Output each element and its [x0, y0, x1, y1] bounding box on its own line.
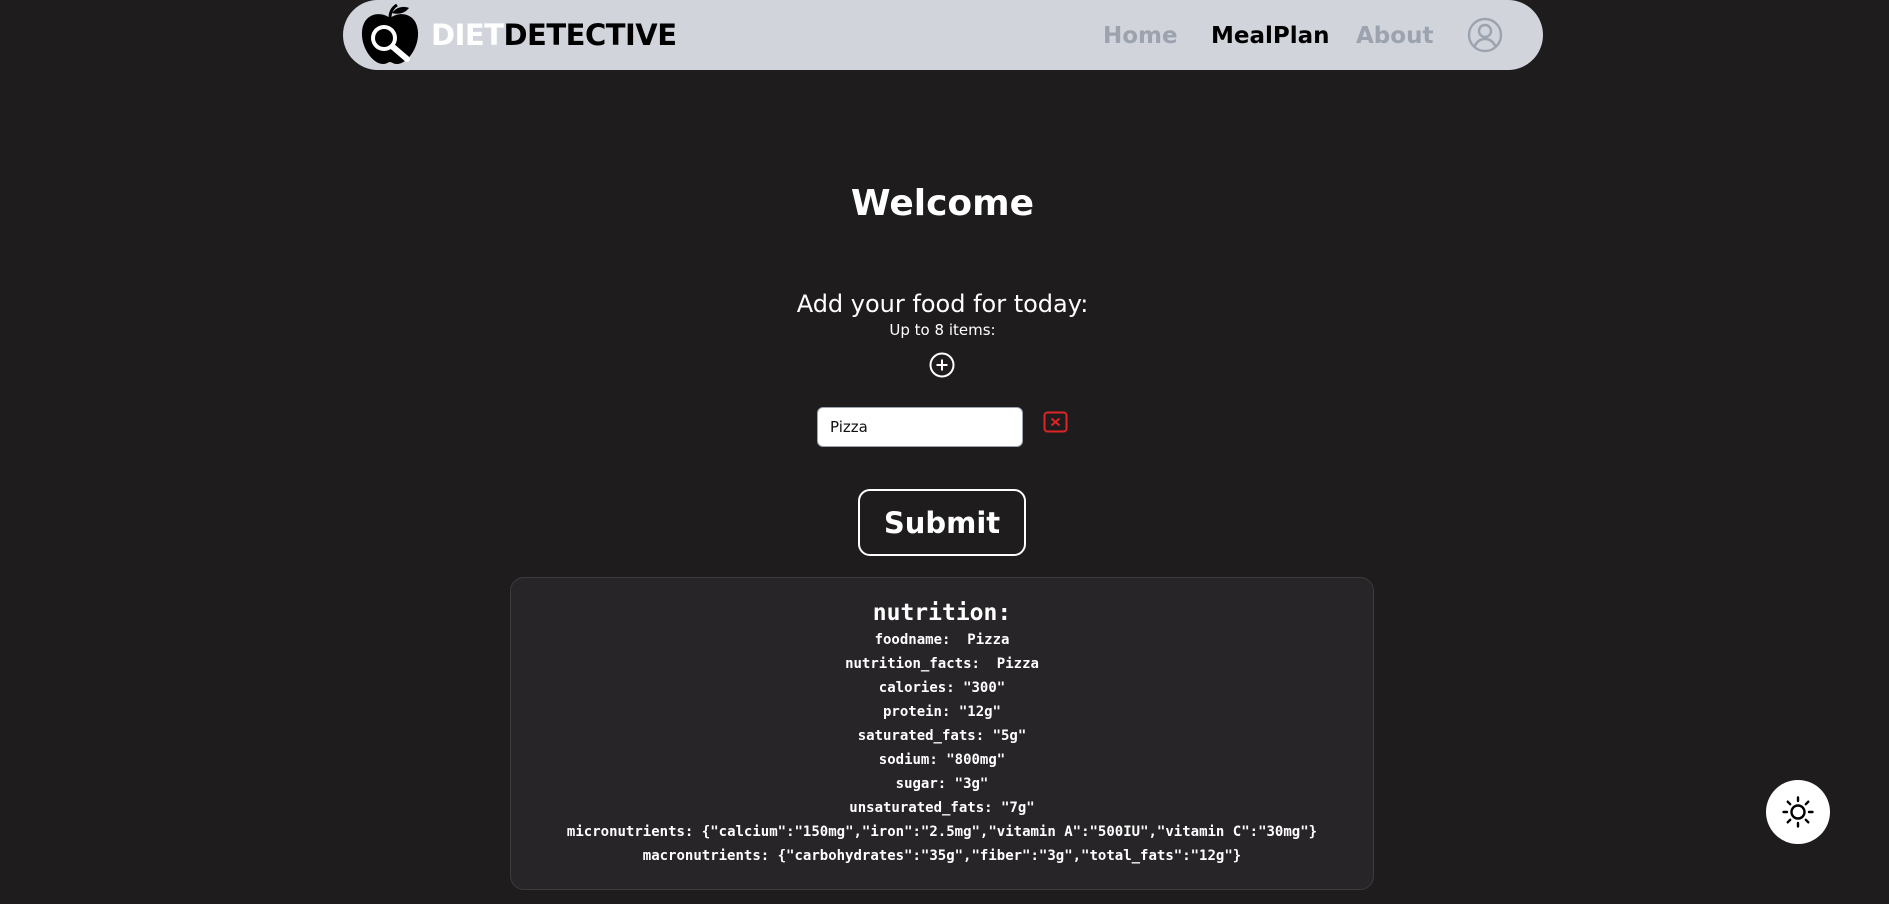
add-food-heading: Add your food for today: [796, 290, 1089, 318]
nutrition-title: nutrition: [872, 600, 1012, 626]
nutrition-line-protein: protein: "12g" [882, 704, 1001, 720]
welcome-heading: Welcome [850, 183, 1035, 224]
brand-part-diet: DIET [431, 18, 504, 52]
nutrition-line-facts: nutrition_facts: Pizza [845, 656, 1039, 672]
brand-part-detective: DETECTIVE [503, 18, 677, 52]
food-item-input[interactable] [817, 407, 1023, 447]
navbar: DIETDETECTIVE Home MealPlan About [343, 0, 1543, 70]
item-limit-text: Up to 8 items: [889, 321, 996, 339]
sun-icon [1782, 796, 1814, 828]
nutrition-line-macronutrients: macronutrients: {"carbohydrates":"35g","… [642, 848, 1242, 864]
close-box-icon[interactable] [1043, 411, 1068, 433]
nutrition-line-unsaturated-fats: unsaturated_fats: "7g" [849, 800, 1035, 816]
theme-toggle-button[interactable] [1766, 780, 1830, 844]
nutrition-line-micronutrients: micronutrients: {"calcium":"150mg","iron… [566, 824, 1318, 840]
brand-name[interactable]: DIETDETECTIVE [431, 16, 677, 54]
submit-button[interactable]: Submit [858, 489, 1026, 556]
nav-mealplan-link[interactable]: MealPlan [1211, 20, 1330, 52]
nav-about-link[interactable]: About [1356, 20, 1433, 52]
nutrition-line-foodname: foodname: Pizza [874, 632, 1010, 648]
user-circle-icon[interactable] [1467, 17, 1503, 53]
nutrition-result-panel: nutrition: foodname: Pizza nutrition_fac… [510, 577, 1374, 890]
nav-home-link[interactable]: Home [1103, 20, 1178, 52]
nutrition-line-sugar: sugar: "3g" [895, 776, 989, 792]
plus-circle-icon[interactable] [929, 352, 955, 378]
nutrition-line-saturated-fats: saturated_fats: "5g" [857, 728, 1027, 744]
nutrition-line-sodium: sodium: "800mg" [878, 752, 1006, 768]
nutrition-line-calories: calories: "300" [878, 680, 1006, 696]
apple-magnifier-logo-icon[interactable] [357, 4, 423, 66]
